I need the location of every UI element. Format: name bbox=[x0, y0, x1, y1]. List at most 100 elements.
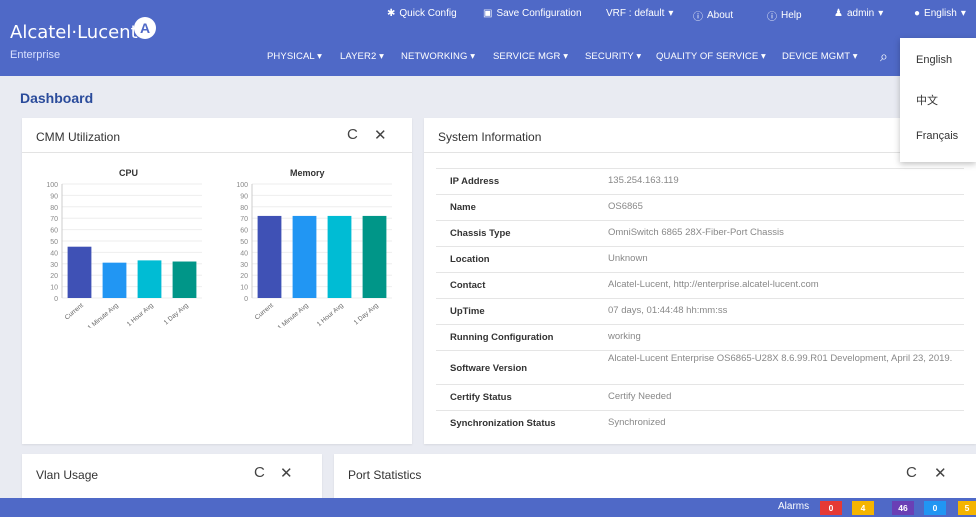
y-tick-label: 10 bbox=[50, 285, 58, 292]
system-info-row: Certify Status Certify Needed bbox=[436, 384, 964, 411]
system-info-row: Name OS6865 bbox=[436, 194, 964, 221]
system-info-key: Name bbox=[450, 202, 476, 213]
caret-down-icon: ▾ bbox=[878, 8, 884, 19]
system-info-value: Alcatel-Lucent, http://enterprise.alcate… bbox=[608, 279, 819, 290]
language-option-french[interactable]: Français bbox=[916, 130, 958, 142]
y-tick-label: 80 bbox=[50, 205, 58, 212]
page-title: Dashboard bbox=[20, 90, 94, 106]
save-configuration-button[interactable]: ▣ Save Configuration bbox=[483, 8, 582, 19]
y-tick-label: 100 bbox=[46, 182, 58, 189]
y-tick-label: 40 bbox=[240, 250, 248, 257]
about-label: About bbox=[707, 10, 734, 21]
language-option-english[interactable]: English bbox=[916, 54, 952, 66]
system-info-value: working bbox=[608, 331, 641, 342]
x-tick-label: 1 Day Avg bbox=[163, 302, 190, 327]
system-info-row: Synchronization Status Synchronized bbox=[436, 410, 964, 437]
y-tick-label: 20 bbox=[240, 273, 248, 280]
y-tick-label: 50 bbox=[240, 239, 248, 246]
close-icon[interactable]: ✕ bbox=[934, 464, 947, 482]
x-tick-label: Current bbox=[64, 302, 85, 321]
memory-chart-title: Memory bbox=[290, 168, 325, 178]
info-icon: ⓘ bbox=[693, 12, 703, 23]
save-configuration-label: Save Configuration bbox=[496, 8, 582, 19]
user-label: admin bbox=[846, 8, 875, 19]
system-info-row: Software Version Alcatel-Lucent Enterpris… bbox=[436, 350, 964, 385]
divider bbox=[424, 152, 976, 153]
help-icon: ⓘ bbox=[767, 12, 777, 23]
vrf-dropdown[interactable]: VRF : default ▾ bbox=[606, 8, 673, 19]
help-label: Help bbox=[781, 10, 802, 21]
caret-down-icon: ▾ bbox=[960, 8, 966, 19]
alarm-badge[interactable]: 0 bbox=[924, 501, 946, 515]
nav-service-mgr[interactable]: SERVICE MGR ▾ bbox=[493, 51, 568, 62]
y-tick-label: 30 bbox=[50, 262, 58, 269]
alarm-badge[interactable]: 4 bbox=[852, 501, 874, 515]
y-tick-label: 100 bbox=[236, 182, 248, 189]
y-tick-label: 50 bbox=[50, 239, 58, 246]
nav-security[interactable]: SECURITY ▾ bbox=[585, 51, 641, 62]
alarm-badge[interactable]: 0 bbox=[820, 501, 842, 515]
x-tick-label: 1 Hour Avg bbox=[126, 302, 155, 328]
alarms-label: Alarms bbox=[778, 501, 810, 512]
card-title: Vlan Usage bbox=[36, 468, 99, 482]
y-tick-label: 60 bbox=[240, 228, 248, 235]
user-menu[interactable]: ♟ admin ▾ bbox=[834, 8, 883, 19]
quick-config-label: Quick Config bbox=[399, 8, 457, 19]
system-info-key: UpTime bbox=[450, 306, 485, 317]
nav-quality-of-service[interactable]: QUALITY OF SERVICE ▾ bbox=[656, 51, 766, 62]
language-option-chinese[interactable]: 中文 bbox=[916, 92, 938, 108]
x-tick-label: 1 Day Avg bbox=[353, 302, 380, 327]
y-tick-label: 0 bbox=[244, 296, 248, 303]
system-info-key: Software Version bbox=[450, 363, 528, 374]
bar bbox=[67, 246, 92, 298]
close-icon[interactable]: ✕ bbox=[280, 464, 293, 482]
nav-device-mgmt[interactable]: DEVICE MGMT ▾ bbox=[782, 51, 858, 62]
y-tick-label: 30 bbox=[240, 262, 248, 269]
port-statistics-card: Port Statistics C ✕ bbox=[334, 454, 976, 498]
status-bar: Alarms 0 4 46 0 5 bbox=[0, 498, 976, 517]
brand-logo[interactable]: Alcatel·Lucent bbox=[10, 22, 138, 43]
divider bbox=[22, 152, 412, 153]
bar bbox=[292, 215, 317, 298]
memory-chart: 1009080706050403020100Current 1 Minute Av… bbox=[236, 182, 392, 328]
x-tick-label: 1 Hour Avg bbox=[316, 302, 345, 328]
card-title: CMM Utilization bbox=[36, 130, 121, 144]
nav-physical[interactable]: PHYSICAL ▾ bbox=[267, 51, 322, 62]
refresh-icon[interactable]: C bbox=[254, 464, 265, 481]
alarm-badge[interactable]: 5 bbox=[958, 501, 976, 515]
card-title: Port Statistics bbox=[348, 468, 422, 482]
system-info-row: Contact Alcatel-Lucent, http://enterprise… bbox=[436, 272, 964, 299]
vlan-usage-card: Vlan Usage C ✕ bbox=[22, 454, 322, 498]
bar bbox=[257, 215, 282, 298]
system-info-key: Chassis Type bbox=[450, 228, 511, 239]
help-button[interactable]: ⓘ Help bbox=[767, 8, 802, 23]
close-icon[interactable]: ✕ bbox=[374, 126, 387, 144]
refresh-icon[interactable]: C bbox=[347, 126, 358, 143]
bar bbox=[172, 261, 197, 298]
system-info-value: OS6865 bbox=[608, 201, 643, 212]
bar bbox=[327, 215, 352, 298]
nav-networking[interactable]: NETWORKING ▾ bbox=[401, 51, 475, 62]
nav-layer2[interactable]: LAYER2 ▾ bbox=[340, 51, 384, 62]
language-selector[interactable]: ● English ▾ bbox=[914, 8, 966, 19]
system-info-value: Synchronized bbox=[608, 417, 666, 428]
search-icon[interactable]: ⌕ bbox=[880, 48, 888, 65]
bar bbox=[137, 260, 162, 298]
quick-config-button[interactable]: ✱ Quick Config bbox=[387, 8, 457, 19]
caret-down-icon: ▾ bbox=[668, 8, 674, 19]
system-info-key: IP Address bbox=[450, 176, 500, 187]
nav-label: SERVICE MGR bbox=[493, 51, 561, 62]
y-tick-label: 20 bbox=[50, 273, 58, 280]
system-info-value: Alcatel-Lucent Enterprise OS6865-U28X 8.… bbox=[608, 353, 953, 364]
refresh-icon[interactable]: C bbox=[906, 464, 917, 481]
nav-label: QUALITY OF SERVICE bbox=[656, 51, 759, 62]
nav-label: LAYER2 bbox=[340, 51, 377, 62]
alarm-badge[interactable]: 46 bbox=[892, 501, 914, 515]
about-button[interactable]: ⓘ About bbox=[693, 8, 733, 23]
x-tick-label: 1 Minute Avg bbox=[277, 302, 310, 328]
system-info-value: OmniSwitch 6865 28X-Fiber-Port Chassis bbox=[608, 227, 784, 238]
globe-icon: ● bbox=[914, 8, 921, 19]
y-tick-label: 0 bbox=[54, 296, 58, 303]
vrf-label: VRF : default bbox=[606, 8, 665, 19]
y-tick-label: 90 bbox=[240, 193, 248, 200]
